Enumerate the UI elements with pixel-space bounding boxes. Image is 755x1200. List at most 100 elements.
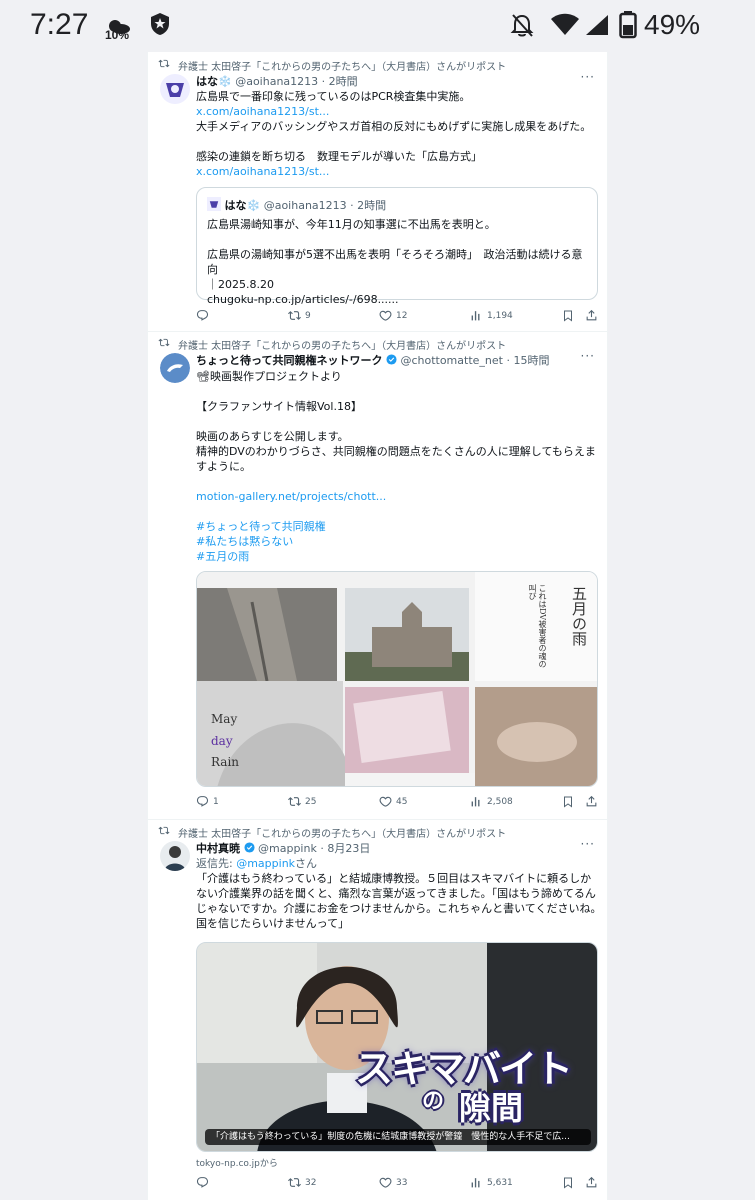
post-body: 📽映画製作プロジェクトより 【クラファンサイト情報Vol.18】 映画のあらすじ… xyxy=(196,369,602,564)
handle[interactable]: @mappink xyxy=(258,842,317,855)
heart-icon xyxy=(379,310,392,321)
post-time[interactable]: 15時間 xyxy=(513,354,549,367)
avatar[interactable] xyxy=(160,353,190,383)
post-body: 返信先: @mappinkさん 「介護はもう終わっている」と結城康博教授。５回目… xyxy=(196,856,602,931)
avatar[interactable] xyxy=(160,841,190,871)
post-3[interactable]: 弁護士 太田啓子「これからの男の子たちへ」（大月書店）さんがリポスト 中村真暁 … xyxy=(148,820,607,1200)
verified-badge-icon xyxy=(386,354,397,365)
post-header: はな❄️ @aoihana1213 · 2時間 xyxy=(196,75,358,88)
reply-icon xyxy=(196,1177,209,1188)
overlay-title-2: の xyxy=(422,1089,445,1114)
action-bar: 1 25 45 2,508 xyxy=(196,795,606,811)
reply-button[interactable] xyxy=(196,309,213,322)
quote-time: 2時間 xyxy=(357,199,387,212)
views-button[interactable]: 5,631 xyxy=(470,1176,513,1189)
share-button[interactable] xyxy=(585,795,598,808)
display-name[interactable]: はな❄️ xyxy=(196,75,232,88)
views-icon xyxy=(471,311,480,321)
battery-percent: 49% xyxy=(644,9,701,40)
reply-button[interactable]: 1 xyxy=(196,795,219,808)
shield-icon xyxy=(151,13,169,35)
post-time[interactable]: 8月23日 xyxy=(327,842,370,855)
bookmark-button[interactable] xyxy=(562,309,574,322)
post-time[interactable]: 2時間 xyxy=(329,75,358,88)
reply-to-prefix: 返信先: xyxy=(196,857,233,870)
avatar[interactable] xyxy=(160,74,190,104)
post-1[interactable]: 弁護士 太田啓子「これからの男の子たちへ」（大月書店）さんがリポスト はな❄️ … xyxy=(148,52,607,332)
like-button[interactable]: 12 xyxy=(379,309,407,322)
movie-title-en-2: day xyxy=(211,734,233,748)
repost-icon xyxy=(288,311,301,320)
repost-label: 弁護士 太田啓子「これからの男の子たちへ」（大月書店）さんがリポスト xyxy=(178,829,507,840)
share-button[interactable] xyxy=(585,309,598,322)
repost-indicator: 弁護士 太田啓子「これからの男の子たちへ」（大月書店）さんがリポスト xyxy=(158,58,506,73)
bookmark-icon xyxy=(564,310,572,322)
body-line: 精神的DVのわかりづらさ、共同親権の問題点をたくさんの人に理解してもらえますよう… xyxy=(196,445,596,473)
body-line: 映画のあらすじを公開します。 xyxy=(196,430,349,443)
body-text: 「介護はもう終わっている」と結城康博教授。５回目はスキマバイトに頼るしかない介護… xyxy=(196,872,602,930)
cell-signal-icon xyxy=(586,15,608,35)
reply-button[interactable] xyxy=(196,1176,213,1189)
handle[interactable]: @chottomatte_net xyxy=(400,354,503,367)
link-card-caption: 「介護はもう終わっている」制度の危機に結城康博教授が警鐘 慢性的な人手不足で広.… xyxy=(205,1129,591,1145)
display-name[interactable]: ちょっと待って共同親権ネットワーク xyxy=(196,354,382,367)
more-options-icon[interactable]: ··· xyxy=(581,349,595,363)
views-button[interactable]: 2,508 xyxy=(470,795,513,808)
quoted-post[interactable]: はな❄️ @aoihana1213 · 2時間 広島県湯崎知事が、今年11月の知… xyxy=(196,187,598,306)
hashtag[interactable]: #五月の雨 xyxy=(196,549,602,564)
views-button[interactable]: 1,194 xyxy=(470,309,513,322)
repost-count: 9 xyxy=(305,310,311,321)
bookmark-icon xyxy=(564,1177,572,1189)
post-image[interactable]: スキマバイト の 隙間 「介護はもう終わっている」制度の危機に結城康博教授が警鐘… xyxy=(196,942,598,1152)
post-header: 中村真暁 @mappink · 8月23日 xyxy=(196,842,371,855)
repost-icon xyxy=(158,826,170,835)
reply-count: 1 xyxy=(213,796,219,807)
body-line: 【クラファンサイト情報Vol.18】 xyxy=(196,400,362,413)
quote-display-name: はな❄️ xyxy=(224,199,261,212)
like-button[interactable]: 33 xyxy=(379,1176,407,1189)
bookmark-button[interactable] xyxy=(562,1176,574,1189)
link-source[interactable]: tokyo-np.co.jpから xyxy=(196,1156,278,1169)
bookmark-button[interactable] xyxy=(562,795,574,808)
post-image[interactable]: 五月の雨 これはDV被害者の魂の叫び May day Rain xyxy=(196,571,598,787)
quote-handle: @aoihana1213 xyxy=(263,199,347,212)
quote-line: 広島県湯崎知事が、今年11月の知事選に不出馬を表明と。 xyxy=(207,218,496,231)
repost-icon xyxy=(158,338,170,347)
like-button[interactable]: 45 xyxy=(379,795,407,808)
share-button[interactable] xyxy=(585,1176,598,1189)
repost-icon xyxy=(288,797,301,806)
post-2[interactable]: 弁護士 太田啓子「これからの男の子たちへ」（大月書店）さんがリポスト ちょっと待… xyxy=(148,332,607,820)
view-count: 2,508 xyxy=(487,796,513,807)
body-line: 感染の連鎖を断ち切る 数理モデルが導いた「広島方式」 xyxy=(196,150,482,163)
repost-icon xyxy=(288,1178,301,1187)
bookmark-icon xyxy=(564,796,572,808)
movie-title-en-1: May xyxy=(211,712,238,726)
display-name[interactable]: 中村真暁 xyxy=(196,842,240,855)
timeline-feed: 弁護士 太田啓子「これからの男の子たちへ」（大月書店）さんがリポスト はな❄️ … xyxy=(147,52,608,1200)
avatar xyxy=(207,197,221,211)
quote-url[interactable]: chugoku-np.co.jp/articles/-/698...... xyxy=(207,292,592,307)
repost-button[interactable]: 32 xyxy=(288,1176,316,1189)
reply-icon xyxy=(196,310,209,321)
wifi-icon xyxy=(551,13,579,35)
repost-button[interactable]: 25 xyxy=(288,795,316,808)
repost-label: 弁護士 太田啓子「これからの男の子たちへ」（大月書店）さんがリポスト xyxy=(178,341,507,352)
body-line: 📽映画製作プロジェクトより xyxy=(196,370,342,383)
more-options-icon[interactable]: ··· xyxy=(581,70,595,84)
more-options-icon[interactable]: ··· xyxy=(581,837,595,851)
repost-indicator: 弁護士 太田啓子「これからの男の子たちへ」（大月書店）さんがリポスト xyxy=(158,825,507,840)
reply-to-handle[interactable]: @mappink xyxy=(236,857,295,870)
hashtag[interactable]: #私たちは黙らない xyxy=(196,534,602,549)
handle[interactable]: @aoihana1213 xyxy=(235,75,318,88)
post-link[interactable]: x.com/aoihana1213/st... xyxy=(196,164,602,179)
repost-button[interactable]: 9 xyxy=(288,309,311,322)
status-time: 7:27 xyxy=(30,8,89,41)
hashtag[interactable]: #ちょっと待って共同親権 xyxy=(196,519,602,534)
post-link[interactable]: x.com/aoihana1213/st... xyxy=(196,104,602,119)
body-line: 大手メディアのバッシングやスガ首相の反対にもめげずに実施し成果をあげた。 xyxy=(196,120,592,133)
weather-percent: 10% xyxy=(105,28,130,42)
link-card-caption-text: 「介護はもう終わっている」制度の危機に結城康博教授が警鐘 慢性的な人手不足で広.… xyxy=(211,1132,570,1142)
quote-line: 広島県の湯崎知事が5選不出馬を表明「そろそろ潮時」 政治活動は続ける意向 xyxy=(207,248,583,276)
views-icon xyxy=(471,1178,480,1188)
post-link[interactable]: motion-gallery.net/projects/chott... xyxy=(196,489,602,504)
